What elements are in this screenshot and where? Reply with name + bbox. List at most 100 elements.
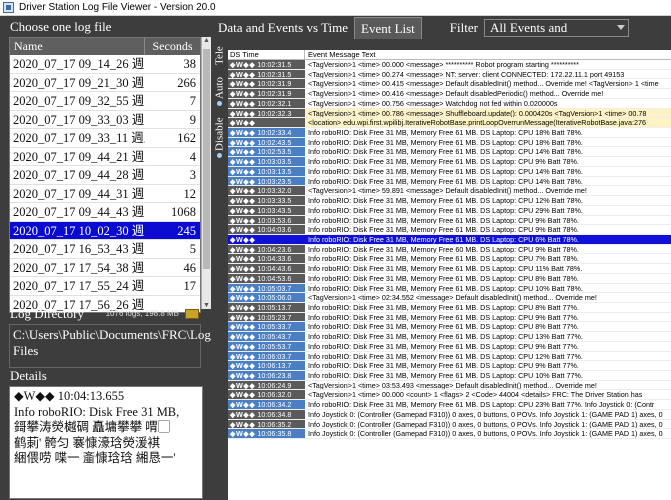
event-time-cell: ◆W◆◆ 10:03:53.6 xyxy=(228,215,305,225)
log-file-list[interactable]: Name Seconds 2020_07_17 09_14_26 週五 38 202… xyxy=(9,37,201,313)
event-row[interactable]: ◆W◆◆ 10:03:33.5 Info roboRIO: Disk Free 3… xyxy=(228,196,671,206)
tab-event-list[interactable]: Event List xyxy=(354,17,422,39)
event-row[interactable]: ◆W◆◆ 10:05:13.7 Info roboRIO: Disk Free 3… xyxy=(228,302,671,313)
event-marker: ◆W◆◆ xyxy=(230,312,256,322)
file-list-row[interactable]: 2020_07_17 09_44_43 週五 1068 xyxy=(10,203,200,222)
event-row[interactable]: ◆W◆◆ 10:05:23.7 Info roboRIO: Disk Free 3… xyxy=(228,312,671,323)
event-time-cell: ◆W◆◆ 10:05:43.7 xyxy=(228,332,305,341)
event-row[interactable]: ◆W◆◆ 10:03:13.5 Info roboRIO: Disk Free 3… xyxy=(228,166,671,177)
event-row[interactable]: ◆W◆◆ 10:03:23.5 Info roboRIO: Disk Free 3… xyxy=(228,176,671,187)
event-row[interactable]: ◆W◆◆ 10:03:32.0 <TagVersion>1 <time> 59.8… xyxy=(228,186,671,197)
event-marker: ◆W◆◆ xyxy=(230,283,256,293)
event-row[interactable]: ◆W◆◆ 10:05:53.7 Info roboRIO: Disk Free 3… xyxy=(228,341,671,352)
event-row[interactable]: ◆W◆◆ 10:05:06.0 <TagVersion>1 <time> 02:3… xyxy=(228,293,671,303)
event-time-cell: ◆W◆◆ 10:05:03.7 xyxy=(228,283,305,293)
event-row[interactable]: ◆W◆◆ 10:06:24.9 <TagVersion>1 <time> 03:5… xyxy=(228,380,671,391)
tele-label: Tele xyxy=(213,46,226,66)
scroll-thumb[interactable] xyxy=(203,49,210,269)
event-message: Info roboRIO: Disk Free 31 MB, Memory Fr… xyxy=(308,254,579,264)
event-time-cell: ◆W◆◆ 10:04:33.6 xyxy=(228,254,305,264)
event-time-cell: ◆W◆◆ 10:06:35.2 xyxy=(228,419,305,429)
event-time-cell: ◆W◆◆ xyxy=(228,234,305,244)
file-list-row[interactable]: 2020_07_17 09_33_11 週五 162 xyxy=(10,129,200,148)
event-time: 10:02:33.4 xyxy=(257,128,292,137)
event-list-grid[interactable]: DS Time Event Message Text ◆W◆◆ 10:02:31… xyxy=(228,50,671,500)
details-line: 綑偎唠 喋一 齑慷琀琀 緗恳一' xyxy=(14,451,176,465)
auto-button[interactable]: Auto xyxy=(212,73,227,113)
event-row[interactable]: ◆W◆◆ 10:02:33.4 Info roboRIO: Disk Free 3… xyxy=(228,128,671,138)
event-message: Info roboRIO: Disk Free 31 MB, Memory Fr… xyxy=(308,322,579,332)
scroll-up-icon[interactable]: ▲ xyxy=(203,37,210,44)
event-message: Info Joystick 0: (Controller (Gamepad F3… xyxy=(308,429,663,439)
event-row[interactable]: ◆W◆◆ 10:06:35.8 Info Joystick 0: (Control… xyxy=(228,429,671,440)
event-row[interactable]: ◆W◆◆ 10:05:43.7 Info roboRIO: Disk Free 3… xyxy=(228,332,671,342)
file-list-row[interactable]: 2020_07_17 09_33_03 週五 9 xyxy=(10,111,200,129)
event-row[interactable]: ◆W◆◆ 10:06:23.8 Info roboRIO: Disk Free 3… xyxy=(228,371,671,381)
file-list-row[interactable]: 2020_07_17 17_54_38 週五 46 xyxy=(10,259,200,277)
event-message: Info roboRIO: Disk Free 31 MB, Memory Fr… xyxy=(308,244,579,254)
event-row[interactable]: ◆W◆◆ 10:05:33.7 Info roboRIO: Disk Free 3… xyxy=(228,322,671,333)
event-marker: ◆W◆◆ xyxy=(230,79,256,89)
event-row[interactable]: ◆W◆◆ 10:06:34.8 Info Joystick 0: (Control… xyxy=(228,409,671,420)
event-row[interactable]: ◆W◆◆ 10:04:23.6 Info roboRIO: Disk Free 3… xyxy=(228,244,671,255)
scroll-down-icon[interactable]: ▼ xyxy=(203,302,210,309)
log-directory-path[interactable]: C:\Users\Public\Documents\FRC\Log Files xyxy=(9,324,211,368)
event-row[interactable]: ◆W◆◆ 10:06:13.7 Info roboRIO: Disk Free 3… xyxy=(228,361,671,371)
column-header-seconds[interactable]: Seconds xyxy=(145,38,200,55)
event-row[interactable]: ◆W◆◆ 10:04:53.6 Info roboRIO: Disk Free 3… xyxy=(228,273,671,284)
event-rows: ◆W◆◆ 10:02:31.5 <TagVersion>1 <time> 00.0… xyxy=(228,60,671,440)
event-time: 10:03:43.5 xyxy=(257,205,292,215)
file-name: 2020_07_17 09_21_30 週五 xyxy=(13,75,145,90)
event-row[interactable]: ◆W◆◆ 10:02:31.5 <TagVersion>1 <time> 00.0… xyxy=(228,60,671,70)
event-row[interactable]: ◆W◆◆ 10:02:31.9 <TagVersion>1 <time> 00.4… xyxy=(228,89,671,99)
file-list-row[interactable]: 2020_07_17 16_53_43 週五 5 xyxy=(10,240,200,259)
tab-data-and-events[interactable]: Data and Events vs Time xyxy=(212,17,354,39)
filter-select[interactable]: All Events and xyxy=(483,19,629,37)
event-row[interactable]: ◆W◆◆ <location> edu.wpi.first.wpilibj.It… xyxy=(228,118,671,129)
event-message: Info roboRIO: Disk Free 31 MB, Memory Fr… xyxy=(308,273,579,283)
event-marker: ◆W◆◆ xyxy=(230,302,256,312)
event-row[interactable]: ◆W◆◆ 10:02:43.5 Info roboRIO: Disk Free 3… xyxy=(228,137,671,148)
event-row[interactable]: ◆W◆◆ 10:05:03.7 Info roboRIO: Disk Free 3… xyxy=(228,283,671,294)
column-header-name[interactable]: Name xyxy=(10,38,145,55)
event-row[interactable]: ◆W◆◆ 10:04:03.6 Info roboRIO: Disk Free 3… xyxy=(228,225,671,235)
event-row[interactable]: ◆W◆◆ 10:02:32.3 <TagVersion>1 <time> 00.7… xyxy=(228,108,671,119)
file-seconds: 3 xyxy=(189,168,196,182)
event-row[interactable]: ◆W◆◆ 10:04:33.6 Info roboRIO: Disk Free 3… xyxy=(228,254,671,265)
event-time-cell: ◆W◆◆ 10:02:31.5 xyxy=(228,60,305,69)
event-row[interactable]: ◆W◆◆ 10:02:31.9 <TagVersion>1 <time> 00.4… xyxy=(228,79,671,90)
file-list-row[interactable]: 2020_07_17 17_55_24 週五 17 xyxy=(10,277,200,296)
file-list-row[interactable]: 2020_07_17 09_44_31 週五 12 xyxy=(10,185,200,203)
event-row[interactable]: ◆W◆◆ Info roboRIO: Disk Free 31 MB, Memo… xyxy=(228,234,671,245)
folder-icon[interactable] xyxy=(185,309,199,319)
file-list-row[interactable]: 2020_07_17 09_44_21 週五 4 xyxy=(10,148,200,166)
event-time: 10:02:32.1 xyxy=(257,98,292,108)
event-row[interactable]: ◆W◆◆ 10:06:03.7 Info roboRIO: Disk Free 3… xyxy=(228,351,671,362)
event-row[interactable]: ◆W◆◆ 10:03:53.6 Info roboRIO: Disk Free 3… xyxy=(228,215,671,226)
event-row[interactable]: ◆W◆◆ 10:06:32.0 <TagVersion>1 <time> 00.0… xyxy=(228,390,671,401)
event-message: Info roboRIO: Disk Free 31 MB, Memory Fr… xyxy=(308,234,579,244)
file-list-row[interactable]: 2020_07_17 09_32_55 週五 7 xyxy=(10,92,200,111)
column-header-message[interactable]: Event Message Text xyxy=(305,50,671,59)
event-row[interactable]: ◆W◆◆ 10:04:43.6 Info roboRIO: Disk Free 3… xyxy=(228,264,671,274)
file-list-scrollbar[interactable]: ▲ ▼ xyxy=(201,37,211,309)
event-row[interactable]: ◆W◆◆ 10:02:32.1 <TagVersion>1 <time> 00.7… xyxy=(228,98,671,109)
event-time-cell: ◆W◆◆ 10:04:53.6 xyxy=(228,273,305,283)
event-row[interactable]: ◆W◆◆ 10:06:34.2 Info roboRIO: Disk Free 3… xyxy=(228,400,671,410)
event-marker: ◆W◆◆ xyxy=(230,322,256,332)
file-list-row[interactable]: 2020_07_17 10_02_30 週五 245 xyxy=(10,221,200,240)
auto-dot-icon xyxy=(217,101,222,107)
file-list-row[interactable]: 2020_07_17 09_21_30 週五 266 xyxy=(10,74,200,92)
event-marker: ◆W◆◆ xyxy=(230,244,256,254)
event-row[interactable]: ◆W◆◆ 10:03:03.5 Info roboRIO: Disk Free 3… xyxy=(228,157,671,167)
event-row[interactable]: ◆W◆◆ 10:02:31.5 <TagVersion>1 <time> 00.2… xyxy=(228,69,671,80)
event-message: Info roboRIO: Disk Free 31 MB, Memory Fr… xyxy=(308,400,655,409)
event-row[interactable]: ◆W◆◆ 10:06:35.2 Info Joystick 0: (Control… xyxy=(228,419,671,430)
tele-button[interactable]: Tele xyxy=(212,39,227,73)
disable-button[interactable]: Disable xyxy=(212,113,227,165)
file-list-row[interactable]: 2020_07_17 09_44_28 週五 3 xyxy=(10,166,200,185)
file-list-row[interactable]: 2020_07_17 09_14_26 週五 38 xyxy=(10,55,200,74)
column-header-ds-time[interactable]: DS Time xyxy=(228,50,305,59)
event-row[interactable]: ◆W◆◆ 10:03:43.5 Info roboRIO: Disk Free 3… xyxy=(228,205,671,216)
event-row[interactable]: ◆W◆◆ 10:02:53.5 Info roboRIO: Disk Free 3… xyxy=(228,147,671,158)
